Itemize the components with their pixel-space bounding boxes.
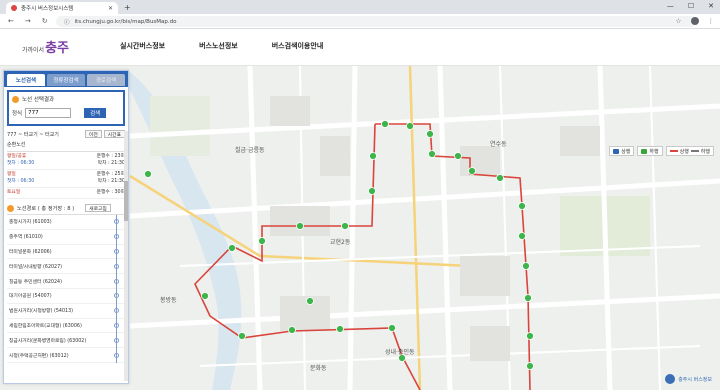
svg-text:칠금·금릉동: 칠금·금릉동 (235, 146, 265, 154)
site-logo[interactable]: 가까이서 충주 (22, 37, 69, 56)
list-item[interactable]: 터미널/시내방향 (62027) (7, 259, 125, 275)
route-search-box: 노선 선택결과 정식 검색 (7, 90, 125, 126)
stop-list-header: 노선경로 ( 총 정거장 : 8 ) 새로고침 (7, 204, 125, 215)
bookmark-star-icon[interactable]: ☆ (676, 17, 682, 25)
bus-icon (613, 148, 620, 154)
bus-icon (641, 148, 648, 154)
timetable-button[interactable]: 시간표 (103, 130, 125, 138)
reload-icon[interactable]: ↻ (42, 17, 48, 25)
info-group: 평일 운행수 : 25회 첫차 : 06:30 막차 : 21:30 (7, 170, 125, 188)
route-line (116, 215, 117, 363)
nav-realtime-bus[interactable]: 실시간버스정보 (120, 41, 165, 51)
site-info-icon[interactable]: ⓘ (64, 18, 70, 26)
route-info-table: 평일/공휴 운행수 : 23회 첫차 : 06:30 막차 : 21:30 평일 운행… (7, 151, 125, 201)
tab-stop-search[interactable]: 정류장검색 (47, 74, 85, 86)
list-item[interactable]: 세림한림초아파트(교대형) (63006) (7, 319, 125, 334)
bullet-icon (7, 204, 14, 212)
bullet-icon (12, 95, 19, 103)
legend-up-bus[interactable]: 상행 (609, 146, 635, 156)
route-number-input[interactable] (25, 108, 72, 118)
profile-avatar[interactable] (690, 17, 699, 25)
bis-logo-icon (665, 374, 676, 384)
url-text: its.chungju.go.kr/bis/map/BusMap.do (74, 18, 177, 25)
map-legend: 상행 하행 상행 하행 (609, 146, 714, 156)
list-item[interactable]: 터미널문화 (62006) (7, 245, 125, 260)
list-item[interactable]: 충청시가지 (61003) (7, 215, 125, 230)
route-type: 순환노선 (7, 142, 26, 148)
address-bar[interactable]: ⓘ its.chungju.go.kr/bis/map/BusMap.do (56, 16, 696, 27)
list-item[interactable]: 충주역 (61010) (7, 230, 125, 245)
browser-tab-strip: 충주시 버스정보시스템 ✕ + — ☐ ✕ (0, 0, 720, 14)
panel-scrollbar[interactable] (124, 131, 128, 381)
route-title: 777 ~ 터교기 ~ 터교기 (7, 131, 59, 138)
up-line-icon (669, 150, 678, 152)
svg-text:문화동: 문화동 (310, 365, 327, 372)
close-window-icon[interactable]: ✕ (708, 2, 714, 10)
tab-title: 충주시 버스정보시스템 (21, 6, 74, 12)
info-group: 토요일 운행수 : 30회 (7, 188, 125, 199)
search-label: 정식 (12, 111, 23, 117)
scrollbar-thumb[interactable] (124, 181, 128, 221)
minimize-icon[interactable]: — (667, 2, 674, 10)
new-tab-icon[interactable]: + (124, 3, 131, 12)
nav-route-info[interactable]: 버스노선정보 (199, 41, 238, 51)
browser-tab[interactable]: 충주시 버스정보시스템 ✕ (6, 2, 118, 14)
list-item[interactable]: 시청(주택공근처편) (63012) (7, 348, 125, 363)
info-group: 평일/공휴 운행수 : 23회 첫차 : 06:30 막차 : 21:30 (7, 152, 125, 170)
search-button[interactable]: 검색 (84, 108, 107, 118)
tab-path-search[interactable]: 경로검색 (87, 74, 125, 86)
search-box-title: 노선 선택결과 (22, 97, 55, 103)
stop-count-label: 노선경로 ( 총 정거장 : 8 ) (17, 205, 75, 212)
back-icon[interactable]: ← (8, 17, 14, 25)
route-search-panel: 노선검색 정류장검색 경로검색 노선 선택결과 정식 검색 777 ~ 터교기 … (3, 70, 129, 384)
site-favicon-icon (11, 5, 17, 11)
list-item[interactable]: 대기아공원 (54007) (7, 289, 125, 304)
panel-tabs: 노선검색 정류장검색 경로검색 (4, 71, 128, 87)
close-tab-icon[interactable]: ✕ (108, 5, 113, 12)
window-controls: — ☐ ✕ (667, 2, 714, 10)
nav-search-guide[interactable]: 버스검색이용안내 (272, 41, 324, 51)
legend-route-lines[interactable]: 상행 하행 (665, 146, 714, 156)
stop-list: 충청시가지 (61003) 충주역 (61010) 터미널문화 (62006) … (7, 215, 125, 363)
site-header: 가까이서 충주 실시간버스정보 버스노선정보 버스검색이용안내 (0, 29, 720, 66)
logo-small-text: 가까이서 (22, 47, 45, 54)
list-item[interactable]: 법원사거리(시청방향) (54013) (7, 304, 125, 319)
main-nav: 실시간버스정보 버스노선정보 버스검색이용안내 (120, 41, 323, 51)
svg-text:성내·충인동: 성내·충인동 (385, 348, 415, 356)
maximize-icon[interactable]: ☐ (688, 2, 694, 10)
menu-kebab-icon[interactable]: ⋮ (708, 17, 715, 25)
map-footer-logo: 충주시 버스정보 (665, 374, 712, 384)
svg-text:봉방동: 봉방동 (160, 296, 177, 304)
list-item[interactable]: 칭금사거리(문화병영마로림) (63002) (7, 333, 125, 349)
browser-toolbar: ← → ↻ ⓘ its.chungju.go.kr/bis/map/BusMap… (0, 14, 720, 29)
legend-down-bus[interactable]: 하행 (637, 146, 663, 156)
list-item[interactable]: 칠금동 주민센터 (62024) (7, 274, 125, 289)
prev-button[interactable]: 이전 (84, 130, 102, 138)
svg-text:연수동: 연수동 (490, 140, 507, 148)
down-line-icon (690, 150, 699, 152)
refresh-button[interactable]: 새로고침 (85, 204, 111, 212)
logo-big-text: 충주 (45, 41, 70, 56)
forward-icon[interactable]: → (25, 17, 31, 25)
svg-text:교현2동: 교현2동 (330, 238, 351, 246)
tab-route-search[interactable]: 노선검색 (7, 74, 45, 86)
